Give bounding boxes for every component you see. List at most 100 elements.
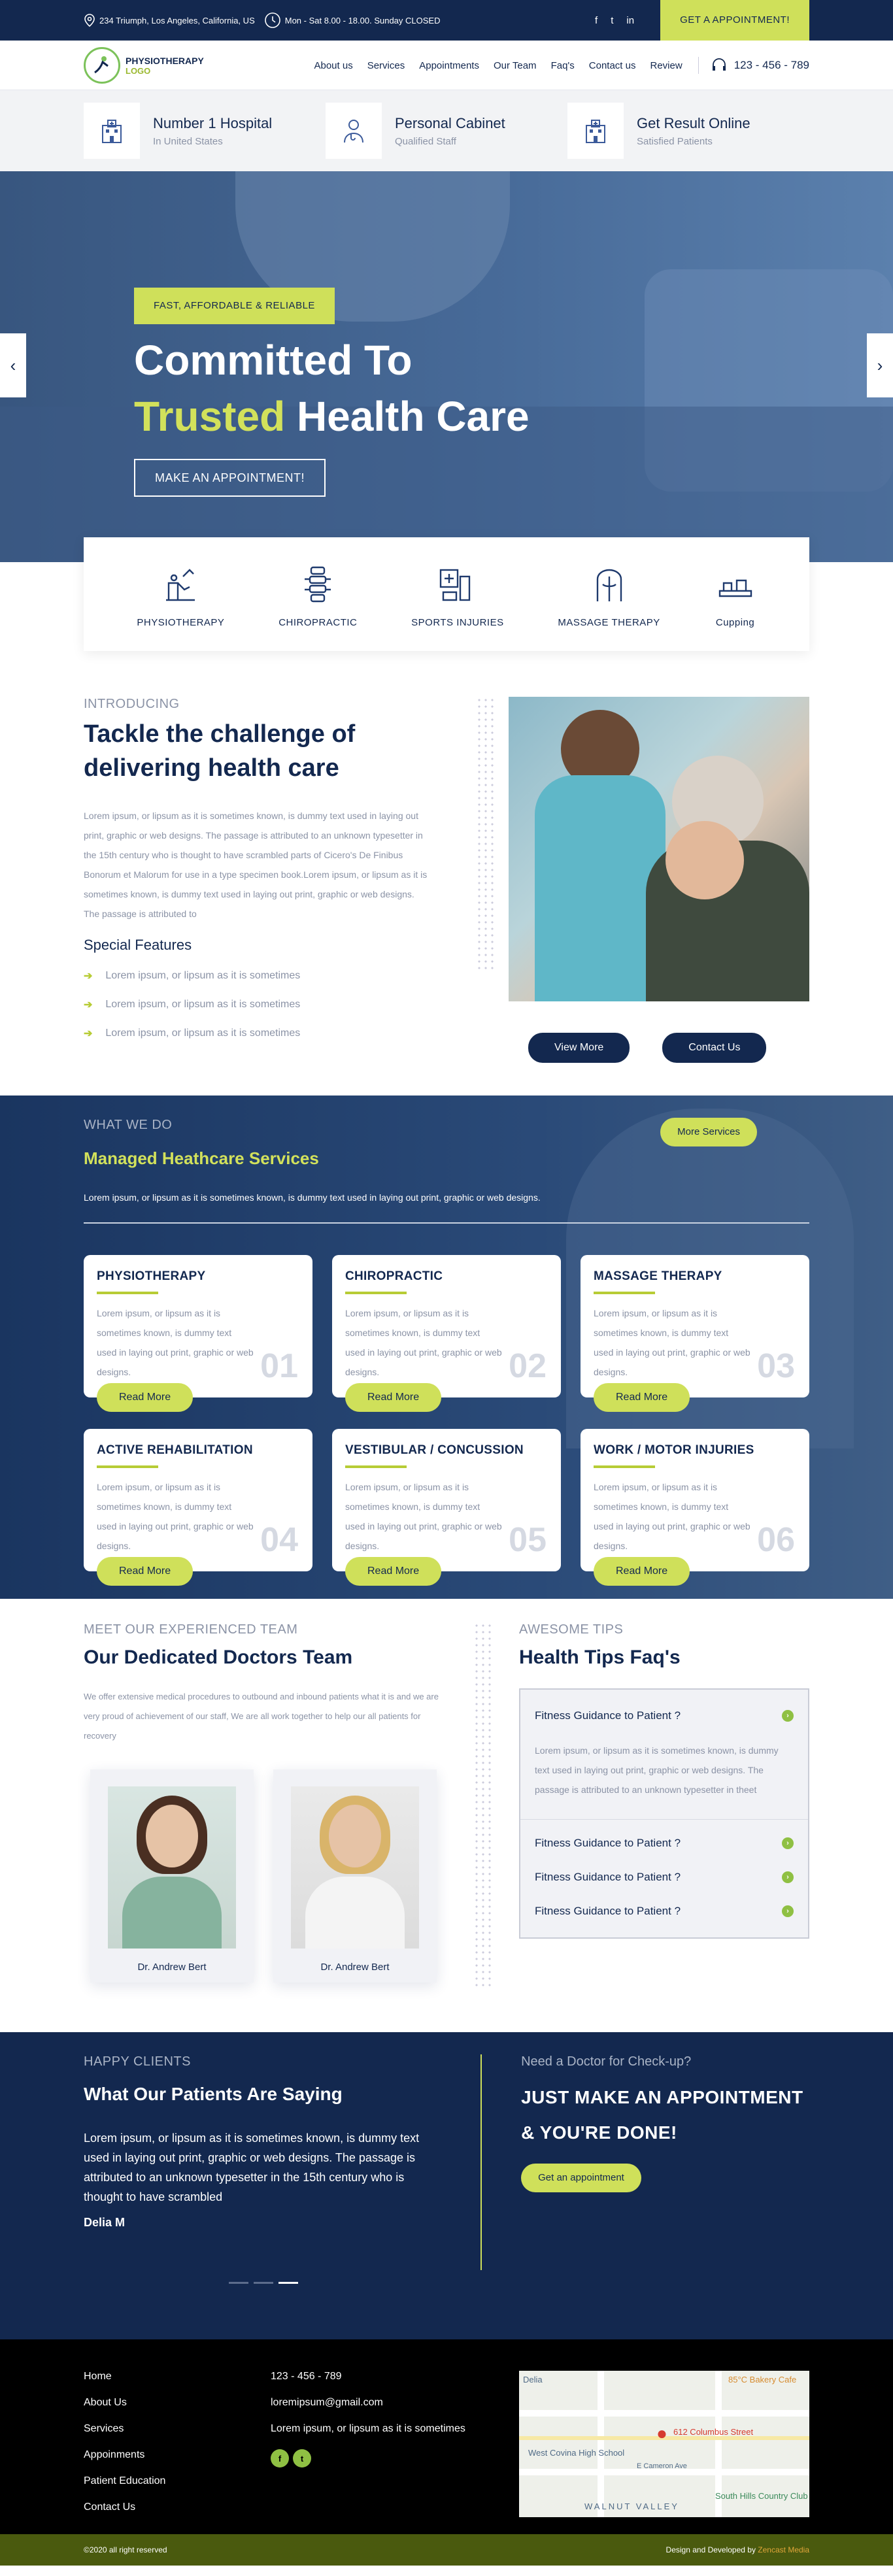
wwd-eyebrow: WHAT WE DO	[84, 1118, 173, 1132]
card-desc: Lorem ipsum, or lipsum as it is sometime…	[345, 1482, 502, 1551]
nav-review[interactable]: Review	[650, 60, 682, 71]
card-title: VESTIBULAR / CONCUSSION	[345, 1443, 524, 1457]
faq-question[interactable]: Fitness Guidance to Patient ? ›	[520, 1860, 808, 1894]
header-phone[interactable]: 123 - 456 - 789	[698, 57, 809, 74]
service-label: SPORTS INJURIES	[411, 616, 504, 628]
logo-sub: LOGO	[126, 65, 151, 76]
team-eyebrow: MEET OUR EXPERIENCED TEAM	[84, 1622, 298, 1637]
faq-question-text: Fitness Guidance to Patient ?	[535, 1709, 681, 1722]
credit-brand-link[interactable]: Zencast Media	[758, 2545, 809, 2554]
footer-link[interactable]: Appoinments	[84, 2449, 271, 2475]
read-more-button[interactable]: Read More	[345, 1383, 442, 1412]
testi-title: What Our Patients Are Saying	[84, 2084, 343, 2104]
bullet-text: Lorem ipsum, or lipsum as it is sometime…	[105, 1028, 301, 1039]
intro-text: INTRODUCING Tackle the challenge of deli…	[84, 697, 430, 1063]
hero-banner: FAST, AFFORDABLE & RELIABLE Committed To…	[0, 171, 893, 562]
linkedin-icon[interactable]: in	[626, 15, 634, 26]
card-desc: Lorem ipsum, or lipsum as it is sometime…	[97, 1308, 254, 1377]
service-cupping[interactable]: Cupping	[715, 561, 756, 628]
footer-link[interactable]: Contact Us	[84, 2501, 271, 2528]
footer-link[interactable]: Patient Education	[84, 2475, 271, 2501]
read-more-button[interactable]: Read More	[594, 1557, 690, 1586]
hero-title-highlight: Trusted	[134, 393, 286, 440]
list-item: ➔ Lorem ipsum, or lipsum as it is sometim…	[84, 969, 430, 982]
card-title: WORK / MOTOR INJURIES	[594, 1443, 754, 1457]
map-label: South Hills Country Club	[715, 2491, 808, 2501]
slider-dot[interactable]	[254, 2282, 273, 2284]
intro-media: View More Contact Us	[476, 697, 809, 1063]
feature-sub: In United States	[153, 135, 223, 147]
chevron-right-icon: ›	[782, 1905, 794, 1917]
feature-title: Personal Cabinet	[395, 114, 505, 131]
service-massage[interactable]: MASSAGE THERAPY	[558, 561, 660, 628]
slider-prev-arrow-icon[interactable]: ‹	[0, 333, 26, 397]
faq-question[interactable]: Fitness Guidance to Patient ? ›	[520, 1826, 808, 1860]
read-more-button[interactable]: Read More	[345, 1557, 442, 1586]
card-title: CHIROPRACTIC	[345, 1269, 443, 1283]
intro-title: Tackle the challenge of delivering healt…	[84, 720, 356, 782]
footer-links: Home About Us Services Appoinments Patie…	[84, 2371, 271, 2528]
faq-question[interactable]: Fitness Guidance to Patient ? ›	[520, 1894, 808, 1928]
top-bar: 234 Triumph, Los Angeles, California, US…	[0, 0, 893, 41]
service-chiropractic[interactable]: CHIROPRACTIC	[278, 561, 357, 628]
slider-dot[interactable]	[229, 2282, 248, 2284]
nav-contact[interactable]: Contact us	[589, 60, 636, 71]
footer-link[interactable]: About Us	[84, 2397, 271, 2423]
service-icons-box: PHYSIOTHERAPY CHIROPRACTIC SPORTS INJURI…	[84, 537, 809, 651]
service-cards: PHYSIOTHERAPY Lorem ipsum, or lipsum as i…	[84, 1255, 809, 1586]
faq-question-text: Fitness Guidance to Patient ?	[535, 1905, 681, 1917]
read-more-button[interactable]: Read More	[97, 1557, 194, 1586]
logo-mark-icon	[84, 47, 120, 84]
physiotherapy-icon	[137, 561, 224, 608]
slider-dots	[229, 2282, 428, 2284]
doctor-card[interactable]: Dr. Andrew Bert	[90, 1769, 254, 1982]
contact-us-button[interactable]: Contact Us	[662, 1033, 767, 1063]
get-appointment-cta-button[interactable]: Get an appointment	[521, 2164, 641, 2192]
slider-dot-active[interactable]	[278, 2282, 298, 2284]
nav-about[interactable]: About us	[314, 60, 352, 71]
feature-item: Get Result Online Satisfied Patients	[567, 103, 809, 159]
read-more-button[interactable]: Read More	[97, 1383, 194, 1412]
view-more-button[interactable]: View More	[528, 1033, 630, 1063]
facebook-icon[interactable]: f	[271, 2449, 289, 2467]
service-physiotherapy[interactable]: PHYSIOTHERAPY	[137, 561, 224, 628]
hours-text: Mon - Sat 8.00 - 18.00. Sunday CLOSED	[284, 15, 441, 25]
site-logo[interactable]: PHYSIOTHERAPY LOGO	[84, 47, 204, 84]
list-item: ➔ Lorem ipsum, or lipsum as it is sometim…	[84, 1027, 430, 1040]
footer-phone[interactable]: 123 - 456 - 789	[271, 2371, 519, 2397]
read-more-button[interactable]: Read More	[594, 1383, 690, 1412]
get-appointment-button[interactable]: GET A APPOINTMENT!	[660, 0, 809, 41]
twitter-icon[interactable]: t	[611, 15, 613, 26]
footer-text: Lorem ipsum, or lipsum as it is sometime…	[271, 2423, 465, 2434]
faq-question[interactable]: Fitness Guidance to Patient ? ›	[520, 1699, 808, 1733]
nav-services[interactable]: Services	[367, 60, 405, 71]
service-card: VESTIBULAR / CONCUSSION Lorem ipsum, or l…	[332, 1429, 561, 1586]
divider-line	[480, 2054, 482, 2270]
first-aid-icon	[411, 561, 503, 608]
location-pin-icon	[84, 14, 95, 27]
facebook-icon[interactable]: f	[595, 15, 598, 26]
doctor-card[interactable]: Dr. Andrew Bert	[273, 1769, 437, 1982]
testi-quote: Lorem ipsum, or lipsum as it is sometime…	[84, 2132, 420, 2203]
card-title: ACTIVE REHABILITATION	[97, 1443, 253, 1457]
intro-eyebrow: INTRODUCING	[84, 697, 180, 711]
footer-link[interactable]: Home	[84, 2371, 271, 2397]
location-map[interactable]: Delia 85°C Bakery Cafe ● 612 Columbus St…	[519, 2371, 809, 2517]
service-sports-injuries[interactable]: SPORTS INJURIES	[411, 561, 503, 628]
slider-next-arrow-icon[interactable]: ›	[867, 333, 893, 397]
special-features-list: ➔ Lorem ipsum, or lipsum as it is sometim…	[84, 969, 430, 1040]
more-services-button[interactable]: More Services	[660, 1118, 757, 1146]
footer-link[interactable]: Services	[84, 2423, 271, 2449]
nav-faq[interactable]: Faq's	[551, 60, 575, 71]
nav-appointments[interactable]: Appointments	[419, 60, 479, 71]
service-label: Cupping	[715, 616, 755, 628]
doctor-icon	[326, 103, 382, 159]
hero-appointment-button[interactable]: MAKE AN APPOINTMENT!	[134, 459, 326, 497]
footer-email[interactable]: loremipsum@gmail.com	[271, 2397, 519, 2423]
footer: Home About Us Services Appoinments Patie…	[0, 2339, 893, 2534]
card-number: 02	[509, 1347, 547, 1385]
service-card: ACTIVE REHABILITATION Lorem ipsum, or lip…	[84, 1429, 312, 1586]
bullet-text: Lorem ipsum, or lipsum as it is sometime…	[105, 999, 301, 1010]
nav-team[interactable]: Our Team	[494, 60, 537, 71]
twitter-icon[interactable]: t	[293, 2449, 311, 2467]
